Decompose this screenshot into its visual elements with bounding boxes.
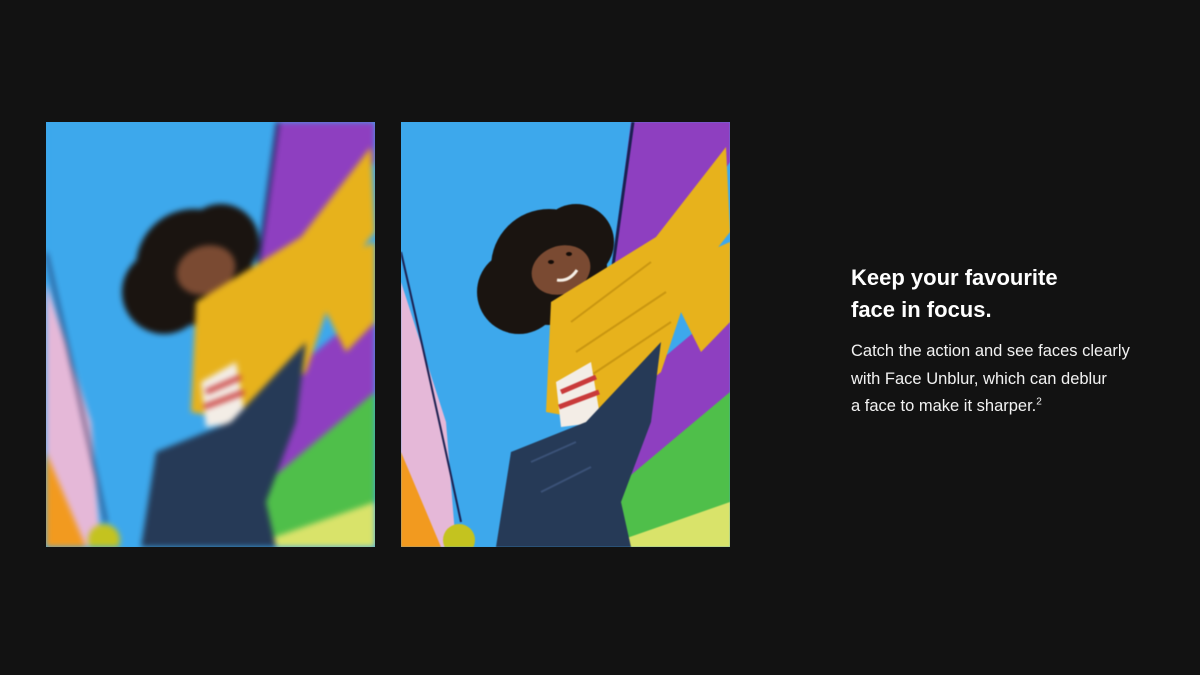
description-line: a face to make it sharper.2 (851, 393, 1181, 421)
photo-before-blurred (46, 122, 375, 547)
description-line: with Face Unblur, which can deblur (851, 369, 1107, 388)
headline-line: Keep your favourite (851, 265, 1058, 290)
photo-after-unblurred (401, 122, 730, 547)
description-text: a face to make it sharper. (851, 397, 1037, 415)
feature-description: Catch the action and see faces clearly w… (851, 338, 1181, 421)
footnote-marker[interactable]: 2 (1036, 397, 1042, 408)
feature-copy: Keep your favourite face in focus. Catch… (851, 262, 1181, 421)
feature-section: Keep your favourite face in focus. Catch… (0, 0, 1200, 675)
sharp-face-illustration (401, 122, 730, 547)
blurred-face-illustration (46, 122, 375, 547)
description-line: Catch the action and see faces clearly (851, 342, 1130, 360)
feature-headline: Keep your favourite face in focus. (851, 262, 1181, 326)
headline-line: face in focus. (851, 297, 992, 322)
